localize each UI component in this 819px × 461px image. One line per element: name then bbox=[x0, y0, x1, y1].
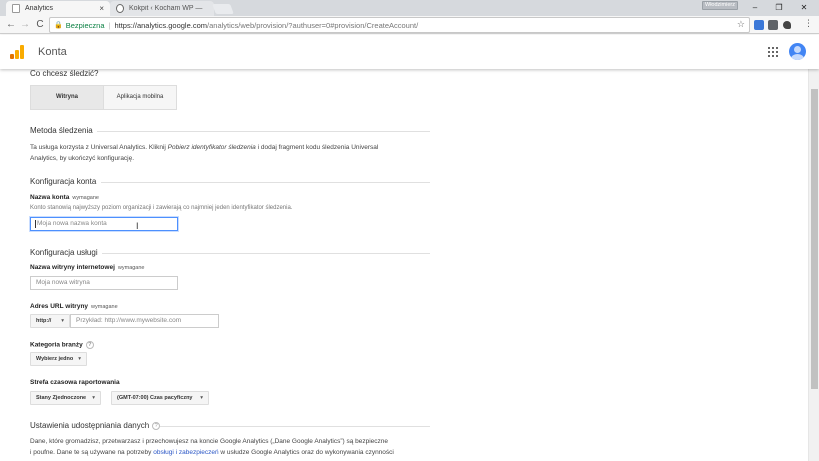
close-window-button[interactable]: ✕ bbox=[792, 0, 816, 16]
site-url-label: Adres URL witryny wymagane bbox=[30, 303, 118, 310]
forward-button[interactable]: → bbox=[18, 18, 32, 32]
option-mobile-app[interactable]: Aplikacja mobilna bbox=[103, 85, 177, 110]
track-question: Co chcesz śledzić? bbox=[30, 69, 99, 78]
security-link[interactable]: obsługi i zabezpieczeń bbox=[153, 449, 218, 456]
tab-kokpit[interactable]: Kokpit ‹ Kocham WP — bbox=[110, 1, 214, 16]
chevron-down-icon: ▾ bbox=[78, 356, 81, 362]
account-name-input[interactable]: Moja nowa nazwa konta bbox=[30, 217, 178, 231]
apps-grid-icon[interactable] bbox=[768, 47, 778, 57]
text-caret bbox=[35, 220, 36, 228]
maximize-button[interactable]: ❐ bbox=[767, 0, 791, 16]
avatar[interactable] bbox=[789, 43, 806, 60]
chevron-down-icon: ▾ bbox=[92, 395, 95, 401]
industry-label: Kategoria branży? bbox=[30, 341, 94, 349]
timezone-label: Strefa czasowa raportowania bbox=[30, 379, 120, 386]
minimize-button[interactable]: – bbox=[743, 0, 767, 16]
section-title-method: Metoda śledzenia bbox=[30, 126, 93, 135]
close-icon[interactable]: × bbox=[99, 4, 104, 13]
site-name-label: Nazwa witryny internetowej wymagane bbox=[30, 264, 145, 271]
account-name-hint: Konto stanowią najwyższy poziom organiza… bbox=[30, 205, 293, 211]
new-tab-button[interactable] bbox=[212, 4, 234, 14]
scrollbar[interactable] bbox=[808, 69, 819, 461]
section-title-property: Konfiguracja usługi bbox=[30, 248, 98, 257]
option-website[interactable]: Witryna bbox=[30, 85, 104, 110]
url-host: https://analytics.google.com bbox=[114, 20, 208, 30]
bookmark-star-icon[interactable]: ☆ bbox=[737, 19, 745, 30]
page-title: Konta bbox=[38, 46, 67, 58]
divider bbox=[97, 131, 430, 132]
site-name-input[interactable]: Moja nowa witryna bbox=[30, 276, 178, 290]
analytics-logo bbox=[10, 45, 24, 59]
country-select[interactable]: Stany Zjednoczone ▾ bbox=[30, 391, 101, 405]
extension-icon[interactable] bbox=[754, 20, 764, 30]
browser-toolbar: ← → C 🔒 Bezpieczna | https://analytics.g… bbox=[0, 16, 819, 34]
analytics-header: Konta bbox=[0, 35, 819, 69]
lock-icon: 🔒 bbox=[54, 22, 63, 29]
sharing-description: Dane, które gromadzisz, przetwarzasz i p… bbox=[30, 438, 394, 456]
menu-icon[interactable]: ⋮ bbox=[804, 18, 813, 29]
section-title-account: Konfiguracja konta bbox=[30, 177, 97, 186]
profile-button[interactable]: Włodzimierz bbox=[702, 1, 738, 10]
main-content: Co chcesz śledzić? Witryna Aplikacja mob… bbox=[0, 69, 808, 461]
url-path: /analytics/web/provision/?authuser=0#pro… bbox=[207, 20, 419, 30]
address-bar[interactable]: 🔒 Bezpieczna | https://analytics.google.… bbox=[49, 17, 750, 33]
mouse-cursor-icon: I bbox=[136, 221, 139, 231]
wordpress-icon bbox=[116, 4, 124, 13]
secure-label: Bezpieczna bbox=[65, 20, 105, 30]
help-icon[interactable]: ? bbox=[85, 341, 94, 349]
divider bbox=[102, 253, 430, 254]
site-url-input[interactable]: Przykład: http://www.mywebsite.com bbox=[70, 314, 219, 328]
chevron-down-icon: ▾ bbox=[61, 318, 64, 324]
tab-strip: Analytics × Kokpit ‹ Kocham WP — Włodzim… bbox=[0, 0, 819, 16]
extension-icon[interactable] bbox=[783, 21, 791, 29]
page-icon bbox=[12, 4, 20, 13]
tab-title: Kokpit ‹ Kocham WP — bbox=[129, 5, 203, 12]
url-text: https://analytics.google.com/analytics/w… bbox=[114, 21, 418, 30]
divider bbox=[160, 426, 430, 427]
reload-button[interactable]: C bbox=[33, 18, 47, 32]
divider: | bbox=[108, 20, 111, 30]
timezone-select[interactable]: (GMT-07:00) Czas pacyficzny ▾ bbox=[111, 391, 209, 405]
method-description: Ta usługa korzysta z Universal Analytics… bbox=[30, 144, 379, 162]
divider bbox=[101, 182, 430, 183]
extension-icon[interactable] bbox=[768, 20, 778, 30]
tab-analytics[interactable]: Analytics × bbox=[6, 1, 110, 16]
account-name-label: Nazwa konta wymagane bbox=[30, 194, 99, 201]
industry-select[interactable]: Wybierz jedno ▾ bbox=[30, 352, 87, 366]
protocol-select[interactable]: http://▾ bbox=[30, 314, 70, 328]
section-title-sharing: Ustawienia udostępniania danych? bbox=[30, 421, 161, 430]
tab-title: Analytics bbox=[25, 5, 54, 12]
back-button[interactable]: ← bbox=[4, 18, 18, 32]
scrollbar-thumb[interactable] bbox=[811, 89, 818, 389]
chevron-down-icon: ▾ bbox=[200, 395, 203, 401]
help-icon[interactable]: ? bbox=[152, 421, 161, 430]
